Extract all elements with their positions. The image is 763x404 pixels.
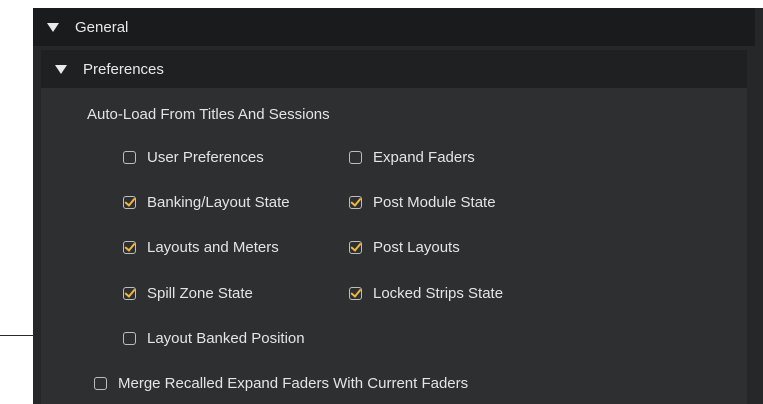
option-post-module-state[interactable]: Post Module State [349, 194, 496, 211]
option-layouts-and-meters[interactable]: Layouts and Meters [123, 239, 279, 256]
option-label: Post Layouts [373, 239, 460, 256]
section-title-preferences: Preferences [83, 60, 164, 78]
preferences-content: Auto-Load From Titles And Sessions User … [41, 88, 747, 404]
option-locked-strips-state[interactable]: Locked Strips State [349, 285, 503, 302]
option-label: Spill Zone State [147, 285, 253, 302]
option-banking-layout-state[interactable]: Banking/Layout State [123, 194, 290, 211]
checkbox[interactable] [349, 196, 362, 209]
option-label: Post Module State [373, 194, 496, 211]
option-label: Layouts and Meters [147, 239, 279, 256]
checkbox[interactable] [123, 196, 136, 209]
option-label: Merge Recalled Expand Faders With Curren… [118, 375, 469, 392]
option-label: Locked Strips State [373, 285, 504, 302]
option-user-preferences[interactable]: User Preferences [123, 149, 264, 166]
settings-panel: General Preferences Auto-Load From Title… [33, 8, 763, 404]
checkbox[interactable] [123, 287, 136, 300]
section-header-preferences[interactable]: Preferences [41, 50, 747, 88]
option-expand-faders[interactable]: Expand Faders [349, 149, 475, 166]
option-layout-banked-position[interactable]: Layout Banked Position [123, 330, 305, 347]
disclosure-triangle-icon[interactable] [47, 22, 59, 32]
checkbox[interactable] [349, 151, 362, 164]
checkbox[interactable] [123, 151, 136, 164]
checkbox[interactable] [349, 241, 362, 254]
section-title-general: General [75, 18, 129, 36]
option-post-layouts[interactable]: Post Layouts [349, 239, 460, 256]
option-label: Layout Banked Position [147, 330, 305, 347]
option-label: Banking/Layout State [147, 194, 290, 211]
checkbox[interactable] [123, 332, 136, 345]
checkbox[interactable] [94, 377, 107, 390]
option-label: User Preferences [147, 149, 264, 166]
checkbox[interactable] [349, 287, 362, 300]
option-label: Expand Faders [373, 149, 475, 166]
section-header-general[interactable]: General [33, 8, 755, 46]
checkbox[interactable] [123, 241, 136, 254]
option-merge-recalled-expand-faders[interactable]: Merge Recalled Expand Faders With Curren… [94, 375, 468, 392]
disclosure-triangle-icon[interactable] [55, 64, 67, 74]
auto-load-label: Auto-Load From Titles And Sessions [87, 106, 330, 123]
option-spill-zone-state[interactable]: Spill Zone State [123, 285, 253, 302]
